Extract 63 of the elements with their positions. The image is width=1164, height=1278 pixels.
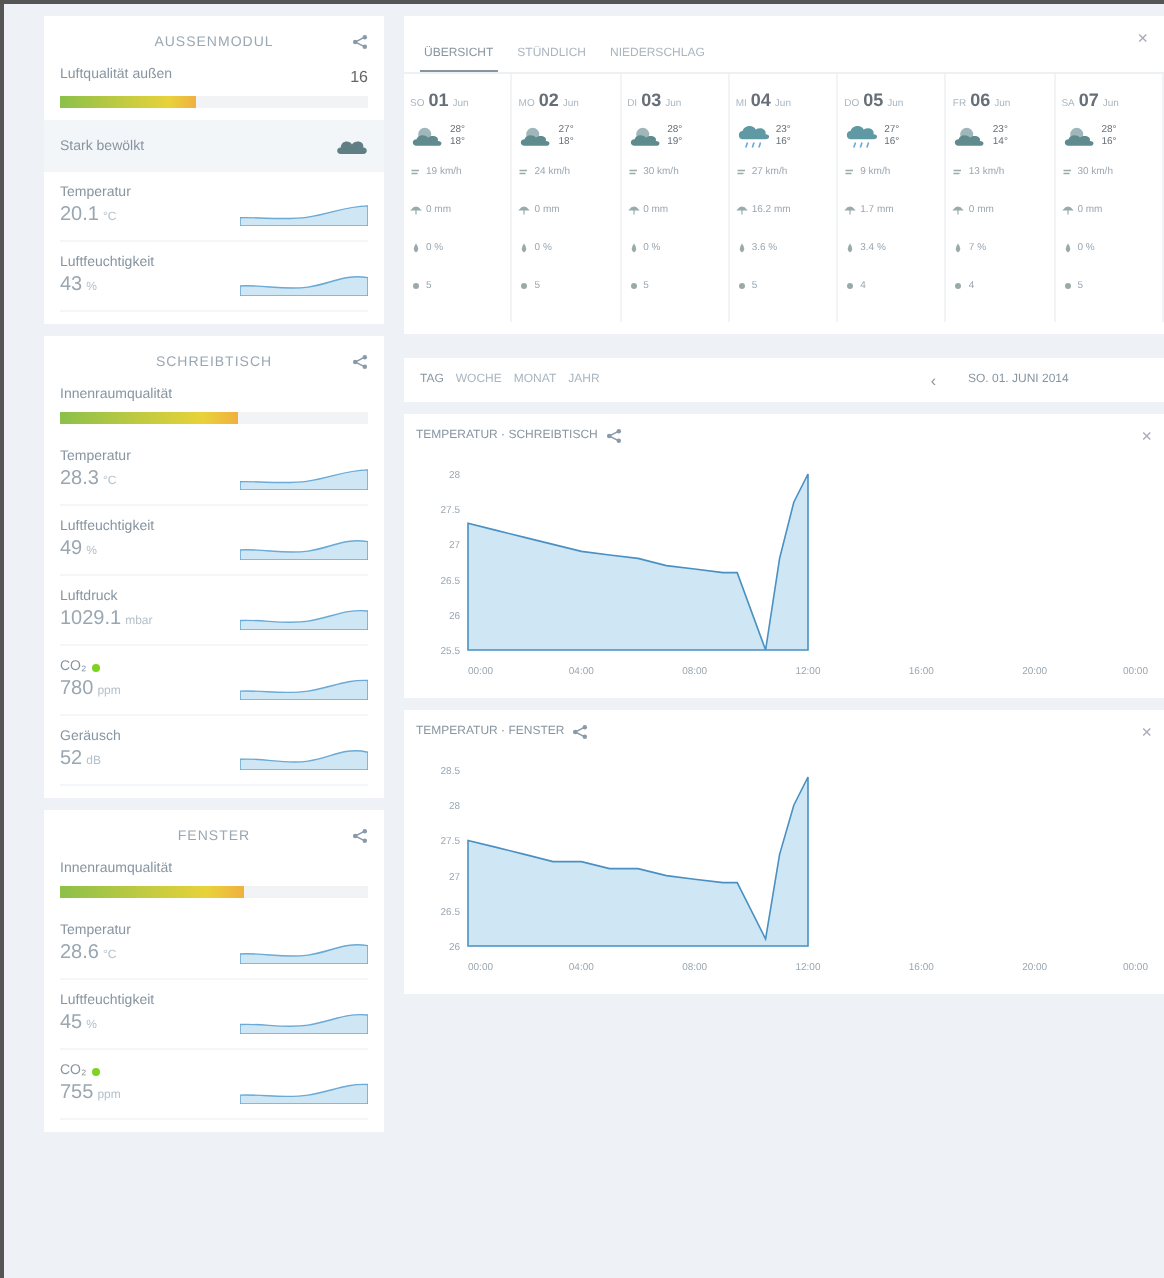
sun-icon xyxy=(518,280,531,292)
cloud-icon xyxy=(336,136,368,156)
metric-value: 43 xyxy=(60,274,83,296)
close-icon[interactable]: × xyxy=(1141,722,1152,742)
wind-icon xyxy=(410,166,422,178)
wind-icon xyxy=(735,166,748,178)
metric-value: 20.1 xyxy=(60,204,99,226)
metric-value: 755 xyxy=(60,1082,94,1104)
umbrella-icon xyxy=(627,204,640,216)
share-icon[interactable] xyxy=(352,828,368,844)
metric-value: 52 xyxy=(60,748,83,770)
sun-cloud-icon xyxy=(627,122,664,150)
metric-value: 780 xyxy=(60,678,94,700)
share-icon[interactable] xyxy=(572,724,589,740)
share-icon[interactable] xyxy=(352,34,368,50)
sun-icon xyxy=(952,280,965,292)
share-icon[interactable] xyxy=(352,354,368,370)
day-number: 05 xyxy=(863,90,884,110)
sun-icon xyxy=(735,280,748,292)
metric-value: 28.3 xyxy=(60,468,99,490)
drop-icon xyxy=(952,242,965,254)
close-icon[interactable]: × xyxy=(1141,426,1152,446)
drop-icon xyxy=(518,242,531,254)
close-icon[interactable]: × xyxy=(1137,28,1148,48)
umbrella-icon xyxy=(410,204,422,216)
drop-icon xyxy=(1061,242,1074,254)
sun-icon xyxy=(627,280,640,292)
umbrella-icon xyxy=(952,204,965,216)
wind-icon xyxy=(844,166,857,178)
day-number: 01 xyxy=(428,90,449,110)
metric-value: 49 xyxy=(60,538,83,560)
metric-value: 16 xyxy=(350,68,368,86)
umbrella-icon xyxy=(844,204,857,216)
wind-icon xyxy=(952,166,965,178)
day-number: 04 xyxy=(750,90,771,110)
share-icon[interactable] xyxy=(605,428,622,444)
sun-icon xyxy=(1061,280,1074,292)
previous-button[interactable]: ‹ xyxy=(910,371,956,389)
wind-icon xyxy=(1061,166,1074,178)
drop-icon xyxy=(844,242,857,254)
wind-icon xyxy=(627,166,640,178)
umbrella-icon xyxy=(518,204,531,216)
metric-value: 1029.1 xyxy=(60,608,122,630)
umbrella-icon xyxy=(735,204,748,216)
drop-icon xyxy=(410,242,422,254)
day-number: 07 xyxy=(1078,90,1099,110)
sun-icon xyxy=(410,280,422,292)
sun-cloud-icon xyxy=(410,122,446,150)
day-number: 03 xyxy=(641,90,662,110)
day-number: 02 xyxy=(538,90,559,110)
sun-cloud-icon xyxy=(952,122,989,150)
rain-cloud-icon xyxy=(735,122,772,150)
drop-icon xyxy=(627,242,640,254)
metric-value: 45 xyxy=(60,1012,83,1034)
day-number: 06 xyxy=(970,90,991,110)
rain-cloud-icon xyxy=(844,122,881,150)
sun-cloud-icon xyxy=(518,122,555,150)
wind-icon xyxy=(518,166,531,178)
umbrella-icon xyxy=(1061,204,1074,216)
sun-cloud-icon xyxy=(1061,122,1098,150)
drop-icon xyxy=(735,242,748,254)
metric-value: 28.6 xyxy=(60,942,99,964)
sun-icon xyxy=(844,280,857,292)
